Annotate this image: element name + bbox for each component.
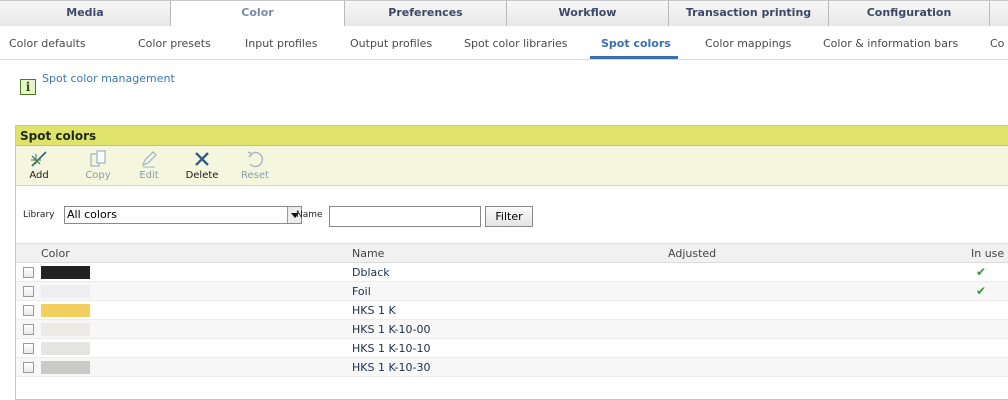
edit-button[interactable]: Edit [132, 149, 166, 183]
toolbar: Add Copy Edit Delete Reset [16, 146, 1008, 186]
table-row[interactable]: HKS 1 K [16, 301, 1008, 320]
row-checkbox[interactable] [23, 267, 34, 278]
filter-button[interactable]: Filter [485, 206, 533, 227]
top-tab-bar: Media Color Preferences Workflow Transac… [0, 0, 1008, 27]
color-swatch [41, 342, 90, 355]
spot-color-management-link[interactable]: Spot color management [42, 72, 175, 85]
color-name[interactable]: Dblack [352, 266, 390, 279]
library-select-value: All colors [67, 208, 117, 221]
library-select[interactable]: All colors [64, 206, 302, 224]
row-checkbox[interactable] [23, 324, 34, 335]
copy-label: Copy [85, 170, 111, 181]
reset-label: Reset [241, 170, 269, 181]
color-swatch [41, 323, 90, 336]
in-use-check-icon: ✔ [976, 265, 987, 279]
subtab-color-presets[interactable]: Color presets [138, 37, 211, 50]
subtab-spot-color-libraries[interactable]: Spot color libraries [464, 37, 568, 50]
row-checkbox[interactable] [23, 305, 34, 316]
column-header-adjusted[interactable]: Adjusted [668, 247, 716, 260]
spot-colors-panel: Spot colors Add Copy Edit Delete Reset L… [15, 125, 1008, 400]
column-header-name[interactable]: Name [352, 247, 384, 260]
sub-tab-bar: Color defaults Color presets Input profi… [0, 26, 1008, 60]
subtab-color-defaults[interactable]: Color defaults [9, 37, 86, 50]
copy-button[interactable]: Copy [81, 149, 115, 183]
tab-configuration[interactable]: Configuration [829, 1, 990, 26]
add-button[interactable]: Add [22, 149, 56, 183]
add-icon [31, 151, 47, 167]
table-header: Color Name Adjusted In use [16, 243, 1008, 263]
delete-label: Delete [185, 170, 219, 181]
table-row[interactable]: Foil ✔ [16, 282, 1008, 301]
table-row[interactable]: HKS 1 K-10-30 [16, 358, 1008, 377]
copy-icon [90, 150, 106, 167]
color-name[interactable]: HKS 1 K-10-00 [352, 323, 430, 336]
color-name[interactable]: Foil [352, 285, 371, 298]
tab-transaction-printing[interactable]: Transaction printing [669, 1, 829, 26]
active-subtab-indicator [590, 56, 678, 59]
subtab-color-information-bars[interactable]: Color & information bars [823, 37, 958, 50]
delete-button[interactable]: Delete [185, 149, 219, 183]
library-label: Library [23, 210, 55, 220]
color-swatch [41, 361, 90, 374]
reset-icon [247, 151, 263, 168]
panel-title: Spot colors [16, 126, 1008, 146]
column-header-in-use[interactable]: In use [971, 247, 1004, 260]
in-use-check-icon: ✔ [976, 284, 987, 298]
color-name[interactable]: HKS 1 K-10-10 [352, 342, 430, 355]
subtab-overflow[interactable]: Co [990, 37, 1004, 50]
color-swatch [41, 304, 90, 317]
table-row[interactable]: HKS 1 K-10-00 [16, 320, 1008, 339]
table-row[interactable]: HKS 1 K-10-10 [16, 339, 1008, 358]
name-label: Name [296, 210, 323, 220]
subtab-color-mappings[interactable]: Color mappings [705, 37, 791, 50]
tab-more[interactable] [990, 1, 1008, 26]
subtab-input-profiles[interactable]: Input profiles [245, 37, 317, 50]
color-swatch [41, 285, 90, 298]
color-swatch [41, 266, 90, 279]
edit-label: Edit [139, 170, 159, 181]
name-filter-input[interactable] [329, 206, 481, 227]
pencil-icon [141, 151, 157, 168]
table-row[interactable]: Dblack ✔ [16, 263, 1008, 282]
subtab-output-profiles[interactable]: Output profiles [350, 37, 432, 50]
color-name[interactable]: HKS 1 K-10-30 [352, 361, 430, 374]
row-checkbox[interactable] [23, 362, 34, 373]
tab-workflow[interactable]: Workflow [507, 1, 669, 26]
tab-media[interactable]: Media [0, 1, 171, 26]
color-name[interactable]: HKS 1 K [352, 304, 396, 317]
column-header-color[interactable]: Color [41, 247, 70, 260]
info-icon: i [20, 79, 36, 95]
tab-preferences[interactable]: Preferences [345, 1, 507, 26]
tab-color[interactable]: Color [171, 1, 345, 27]
delete-icon [195, 152, 209, 166]
row-checkbox[interactable] [23, 286, 34, 297]
row-checkbox[interactable] [23, 343, 34, 354]
filter-row: Library All colors Name Filter [16, 186, 1008, 238]
add-label: Add [29, 170, 49, 181]
subtab-spot-colors[interactable]: Spot colors [601, 37, 671, 50]
reset-button[interactable]: Reset [238, 149, 272, 183]
